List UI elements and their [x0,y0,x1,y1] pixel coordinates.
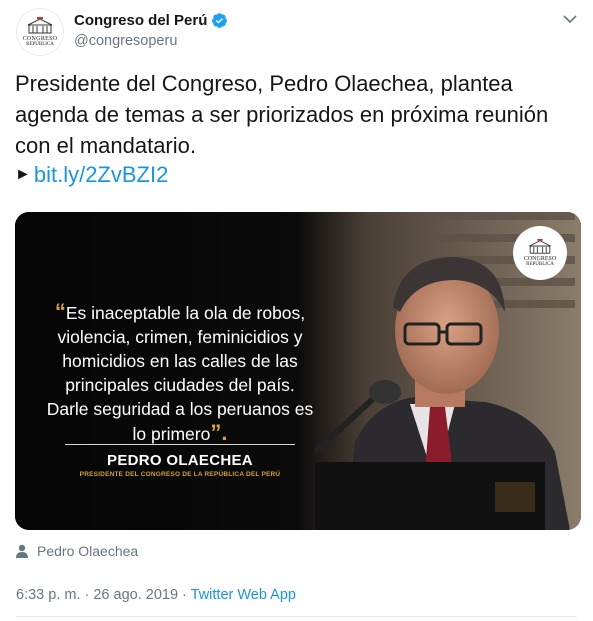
speaker-name: PEDRO OLAECHEA [107,452,253,469]
avatar-text-republica: REPÚBLICA [26,42,54,47]
tweet-text: Presidente del Congreso, Pedro Olaechea,… [15,71,549,158]
tweet-link-line: ► bit.ly/2ZvBZI2 [15,161,168,189]
quote-divider [65,444,295,445]
person-icon [16,544,28,558]
speaker-role: PRESIDENTE DEL CONGRESO DE LA REPÚBLICA … [79,471,281,478]
chevron-down-icon[interactable] [563,14,577,24]
congress-logo-badge: CONGRESO REPÚBLICA [513,226,567,280]
tweet-link[interactable]: bit.ly/2ZvBZI2 [34,161,168,189]
tweet-card: CONGRESO REPÚBLICA Congreso del Perú @co… [0,0,593,621]
name-row: Congreso del Perú [74,12,228,29]
quote-open-mark: “ [54,299,66,324]
display-name[interactable]: Congreso del Perú [74,12,207,29]
bottom-divider [16,616,577,617]
congress-crest-icon [27,17,53,34]
tweet-source[interactable]: Twitter Web App [191,587,296,603]
quote-text: Es inaceptable la ola de robos, violenci… [46,303,314,444]
verified-badge-icon [212,13,228,28]
quote-close-mark: ”. [210,420,228,445]
media-quote: “Es inaceptable la ola de robos, violenc… [45,300,315,446]
pointer-arrow-icon: ► [15,166,31,183]
account-handle[interactable]: @congresoperu [74,33,177,49]
congress-building-icon [529,239,551,254]
tweet-media-image[interactable]: “Es inaceptable la ola de robos, violenc… [15,212,581,530]
tagged-person-name[interactable]: Pedro Olaechea [37,543,138,559]
logo-text-republica: REPÚBLICA [526,262,554,267]
account-avatar[interactable]: CONGRESO REPÚBLICA [16,8,64,56]
tweet-timestamp[interactable]: 6:33 p. m. · 26 ago. 2019 · [16,587,191,603]
tweet-meta: 6:33 p. m. · 26 ago. 2019 · Twitter Web … [16,587,296,603]
tagged-person[interactable]: Pedro Olaechea [16,543,138,559]
